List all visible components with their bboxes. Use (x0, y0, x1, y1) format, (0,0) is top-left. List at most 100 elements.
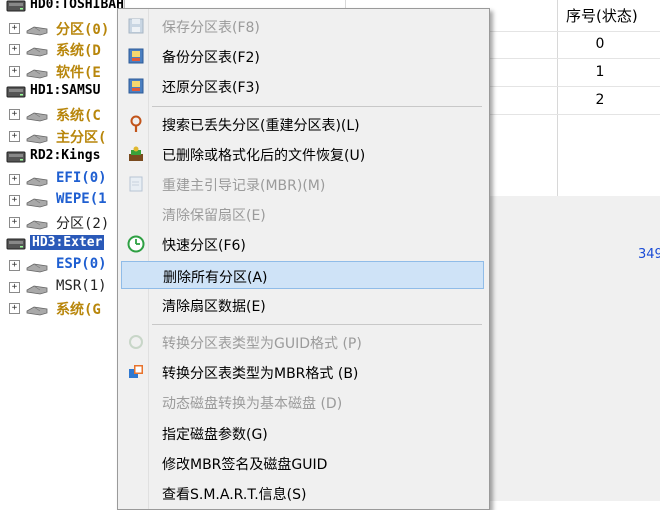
quick-partition-icon (127, 235, 145, 253)
partition-icon (26, 175, 48, 187)
partition-icon (26, 196, 48, 208)
menu-item-2[interactable]: 还原分区表(F3) (121, 72, 484, 100)
menu-item-1[interactable]: 备份分区表(F2) (121, 42, 484, 70)
menu-item-label: 转换分区表类型为MBR格式 (B) (162, 366, 359, 383)
hard-disk-icon (6, 237, 26, 251)
partition-icon (26, 261, 48, 273)
details-panel (488, 196, 660, 501)
tree-partition-node[interactable]: + 分区(2) (0, 212, 125, 234)
menu-item-label: 备份分区表(F2) (162, 50, 260, 67)
menu-item-label: 清除保留扇区(E) (162, 208, 266, 225)
table-cell-seq: 0 (595, 36, 605, 52)
expand-toggle-icon[interactable]: + (9, 44, 20, 56)
menu-item-17[interactable]: 查看S.M.A.R.T.信息(S) (121, 479, 484, 507)
menu-item-8[interactable]: 快速分区(F6) (121, 230, 484, 258)
tree-partition-node[interactable]: + WEPE(1 (0, 190, 125, 212)
disk-tree[interactable]: HD0:TOSHIBAHDWD130(2795GB) + 分区(0) + 系统(D + 软件… (0, 0, 125, 501)
context-menu: 保存分区表(F8) 备份分区表(F2) 还原分区表(F3) 搜索已丢失分区(重建分区表… (117, 8, 490, 510)
menu-item-14[interactable]: 动态磁盘转换为基本磁盘 (D) (121, 388, 484, 416)
menu-item-label: 已删除或格式化后的文件恢复(U) (162, 147, 366, 164)
menu-item-12[interactable]: 转换分区表类型为GUID格式 (P) (121, 328, 484, 356)
search-icon (127, 115, 145, 133)
tree-node-label: 系统(D (56, 43, 101, 60)
tree-node-label: HD3:Exter (30, 234, 105, 250)
menu-item-label: 快速分区(F6) (162, 238, 246, 255)
column-header-seq[interactable]: 序号(状态) (566, 0, 638, 32)
expand-toggle-icon[interactable]: + (9, 217, 20, 228)
menu-item-15[interactable]: 指定磁盘参数(G) (121, 419, 484, 447)
tree-partition-node[interactable]: + ESP(0) (0, 255, 125, 277)
column-divider (557, 0, 558, 196)
hard-disk-icon (6, 150, 26, 164)
tree-partition-node[interactable]: + 系统(D (0, 39, 125, 61)
tree-partition-node[interactable]: + 系统(G (0, 298, 125, 320)
menu-item-label: 搜索已丢失分区(重建分区表)(L) (162, 117, 360, 134)
expand-toggle-icon[interactable]: + (9, 281, 20, 293)
tree-node-label: 分区(2) (56, 216, 110, 232)
menu-item-6[interactable]: 重建主引导记录(MBR)(M) (121, 170, 484, 198)
restore-icon (127, 77, 145, 95)
tree-partition-node[interactable]: + EFI(0) (0, 169, 125, 191)
tree-node-label: WEPE(1 (56, 191, 107, 208)
partition-icon (26, 132, 48, 144)
table-cell-seq: 2 (595, 92, 605, 108)
expand-toggle-icon[interactable]: + (9, 260, 20, 272)
expand-toggle-icon[interactable]: + (9, 22, 20, 34)
partition-icon (26, 283, 48, 295)
backup-icon (127, 47, 145, 65)
expand-toggle-icon[interactable]: + (9, 173, 20, 185)
tree-node-label: MSR(1) (56, 277, 107, 294)
partition-icon (26, 45, 48, 57)
tree-partition-node[interactable]: + 主分区( (0, 126, 125, 148)
tree-disk-node[interactable]: HD3:Exter (0, 234, 125, 256)
expand-toggle-icon[interactable]: + (9, 195, 20, 207)
menu-item-label: 保存分区表(F8) (162, 20, 260, 36)
tree-disk-node[interactable]: HD1:SAMSU (0, 82, 125, 104)
menu-item-7[interactable]: 清除保留扇区(E) (121, 200, 484, 228)
tree-partition-node[interactable]: + 分区(0) (0, 18, 125, 40)
tree-node-label: ESP(0) (56, 256, 107, 273)
tree-partition-node[interactable]: + 软件(E (0, 61, 125, 83)
tree-node-label: 系统(G (56, 302, 101, 319)
tree-disk-node[interactable]: HD0:TOSHIBAHDWD130(2795GB) (0, 0, 125, 18)
partition-icon (26, 218, 48, 230)
menu-item-5[interactable]: 已删除或格式化后的文件恢复(U) (121, 140, 484, 168)
tree-node-label: 软件(E (56, 64, 101, 81)
expand-toggle-icon[interactable]: + (9, 65, 20, 77)
tree-partition-node[interactable]: + 系统(C (0, 104, 125, 126)
tree-node-label: 分区(0) (56, 21, 110, 38)
menu-item-label: 删除所有分区(A) (163, 269, 268, 286)
mbr-icon (127, 175, 145, 193)
tree-node-label: RD2:Kings (30, 148, 101, 164)
save-icon (127, 17, 145, 35)
tree-node-label: 主分区( (56, 129, 107, 146)
expand-toggle-icon[interactable]: + (9, 109, 20, 120)
menu-item-label: 还原分区表(F3) (162, 80, 260, 97)
capacity-value: 349 (638, 247, 660, 262)
menu-item-label: 动态磁盘转换为基本磁盘 (D) (162, 396, 343, 413)
expand-toggle-icon[interactable]: + (9, 130, 20, 142)
menu-separator (152, 105, 482, 107)
expand-toggle-icon[interactable]: + (9, 303, 20, 315)
partition-icon (26, 110, 48, 122)
menu-item-10[interactable]: 清除扇区数据(E) (121, 291, 484, 319)
menu-item-0[interactable]: 保存分区表(F8) (121, 12, 484, 40)
menu-item-label: 重建主引导记录(MBR)(M) (162, 178, 326, 194)
tree-disk-node[interactable]: RD2:Kings (0, 147, 125, 169)
tree-node-label: EFI(0) (56, 169, 107, 186)
file-recovery-icon (127, 145, 145, 163)
tree-partition-node[interactable]: + MSR(1) (0, 277, 125, 299)
menu-item-label: 指定磁盘参数(G) (162, 426, 268, 443)
convert-mbr-icon (127, 363, 145, 381)
menu-item-label: 清除扇区数据(E) (162, 298, 266, 315)
menu-item-16[interactable]: 修改MBR签名及磁盘GUID (121, 449, 484, 477)
menu-item-13[interactable]: 转换分区表类型为MBR格式 (B) (121, 358, 484, 386)
hard-disk-icon (6, 85, 26, 99)
menu-item-9[interactable]: 删除所有分区(A) (121, 260, 484, 289)
menu-item-4[interactable]: 搜索已丢失分区(重建分区表)(L) (121, 110, 484, 138)
tree-node-label: 系统(C (56, 108, 101, 124)
tree-node-label: HD1:SAMSU (30, 83, 101, 99)
tree-node-label: HD0:TOSHIBAHDWD130(2795GB) (30, 0, 125, 12)
partition-icon (26, 24, 48, 36)
partition-icon (26, 67, 48, 79)
